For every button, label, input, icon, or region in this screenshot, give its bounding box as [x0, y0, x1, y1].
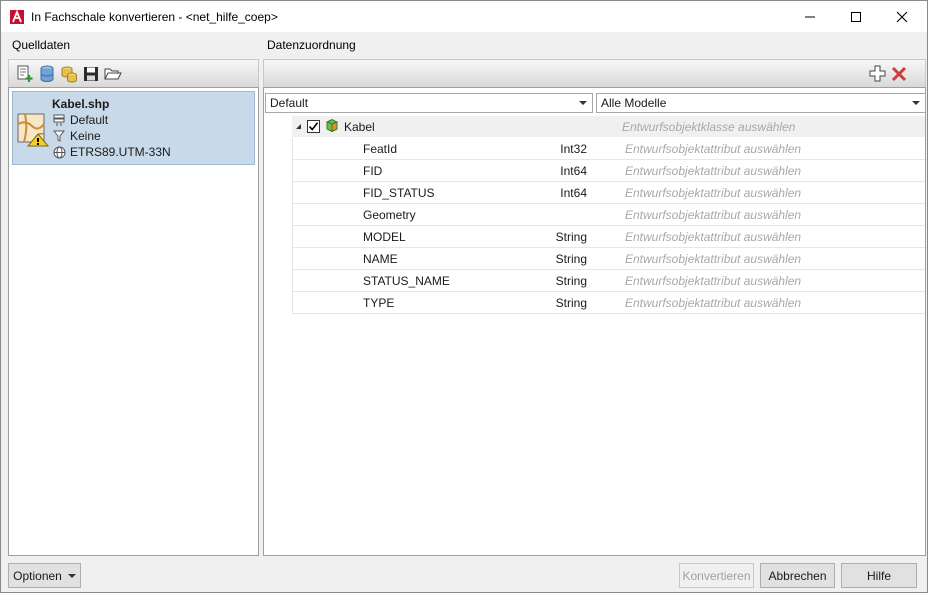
- source-toolbar: [8, 59, 259, 87]
- attribute-name: FeatId: [363, 141, 398, 156]
- checkmark-icon: [308, 122, 319, 131]
- class-select-hint[interactable]: Entwurfsobjektklasse auswählen: [622, 120, 795, 134]
- add-source-icon[interactable]: [15, 64, 34, 83]
- title-bar: In Fachschale konvertieren - <net_hilfe_…: [1, 1, 927, 32]
- shapefile-map-icon: [16, 112, 50, 148]
- convert-label: Konvertieren: [682, 568, 751, 583]
- database-stack-icon[interactable]: [59, 64, 78, 83]
- database-icon[interactable]: [37, 64, 56, 83]
- feature-class-icon: [325, 118, 339, 135]
- attribute-type: Int64: [560, 185, 587, 200]
- attribute-select-hint[interactable]: Entwurfsobjektattribut auswählen: [625, 230, 801, 244]
- attribute-type: String: [555, 295, 587, 310]
- attribute-row[interactable]: FID Int64 Entwurfsobjektattribut auswählen: [292, 160, 925, 182]
- convert-button[interactable]: Konvertieren: [679, 563, 754, 588]
- attribute-type: String: [555, 229, 587, 244]
- source-filter-row: Keine: [52, 129, 101, 143]
- attribute-name: FID_STATUS: [363, 185, 435, 200]
- data-mapping-label: Datenzuordnung: [267, 38, 356, 52]
- attribute-row[interactable]: FID_STATUS Int64 Entwurfsobjektattribut au…: [292, 182, 925, 204]
- tree-root-kabel[interactable]: Kabel Entwurfsobjektklasse auswählen: [292, 116, 925, 137]
- add-mapping-icon[interactable]: [868, 64, 887, 83]
- attribute-select-hint[interactable]: Entwurfsobjektattribut auswählen: [625, 252, 801, 266]
- chevron-down-icon: [912, 101, 920, 105]
- chevron-down-icon: [67, 573, 76, 578]
- maximize-icon: [851, 11, 861, 22]
- attribute-type: Int32: [560, 141, 587, 156]
- model-combo-value: Alle Modelle: [601, 96, 667, 110]
- schema-combo-value: Default: [270, 96, 309, 110]
- source-filter: Keine: [70, 129, 101, 143]
- cancel-label: Abbrechen: [768, 568, 827, 583]
- attribute-row[interactable]: FeatId Int32 Entwurfsobjektattribut auswäh…: [292, 138, 925, 160]
- attribute-row[interactable]: TYPE String Entwurfsobjektattribut auswähl…: [292, 292, 925, 314]
- attribute-name: Geometry: [363, 207, 416, 222]
- attribute-row[interactable]: STATUS_NAME String Entwurfsobjektattribut …: [292, 270, 925, 292]
- attribute-select-hint[interactable]: Entwurfsobjektattribut auswählen: [625, 164, 801, 178]
- chevron-down-icon: [579, 101, 587, 105]
- help-button[interactable]: Hilfe: [841, 563, 917, 588]
- attribute-row[interactable]: Geometry Entwurfsobjektattribut auswählen: [292, 204, 925, 226]
- attribute-row[interactable]: MODEL String Entwurfsobjektattribut auswäh…: [292, 226, 925, 248]
- collapse-triangle-icon[interactable]: [296, 124, 301, 129]
- tree-root-label: Kabel: [344, 119, 375, 134]
- save-icon[interactable]: [81, 64, 100, 83]
- close-button[interactable]: [879, 1, 925, 32]
- attribute-name: MODEL: [363, 229, 406, 244]
- source-data-panel: Kabel.shp Default Keine ETRS89.UTM-33N: [8, 87, 259, 556]
- close-icon: [896, 11, 908, 22]
- attribute-name: NAME: [363, 251, 398, 266]
- attribute-type: Int64: [560, 163, 587, 178]
- attribute-select-hint[interactable]: Entwurfsobjektattribut auswählen: [625, 296, 801, 310]
- model-combo[interactable]: Alle Modelle: [596, 93, 926, 113]
- open-folder-icon[interactable]: [103, 64, 122, 83]
- options-button[interactable]: Optionen: [8, 563, 81, 588]
- attribute-select-hint[interactable]: Entwurfsobjektattribut auswählen: [625, 186, 801, 200]
- attribute-select-hint[interactable]: Entwurfsobjektattribut auswählen: [625, 274, 801, 288]
- attribute-name: STATUS_NAME: [363, 273, 450, 288]
- attribute-select-hint[interactable]: Entwurfsobjektattribut auswählen: [625, 208, 801, 222]
- help-label: Hilfe: [866, 568, 891, 583]
- data-mapping-panel: Default Alle Modelle Kabel Entwurfsobjek…: [263, 87, 926, 556]
- kabel-checkbox[interactable]: [307, 120, 320, 133]
- attribute-select-hint[interactable]: Entwurfsobjektattribut auswählen: [625, 142, 801, 156]
- attribute-type: String: [555, 273, 587, 288]
- source-data-label: Quelldaten: [12, 38, 71, 52]
- attribute-row[interactable]: NAME String Entwurfsobjektattribut auswähl…: [292, 248, 925, 270]
- cancel-button[interactable]: Abbrechen: [760, 563, 835, 588]
- convert-dialog: In Fachschale konvertieren - <net_hilfe_…: [0, 0, 928, 593]
- options-label: Optionen: [13, 568, 62, 583]
- source-crs: ETRS89.UTM-33N: [70, 145, 171, 159]
- autocad-app-icon: [9, 9, 25, 25]
- maximize-button[interactable]: [833, 1, 879, 32]
- attribute-name: TYPE: [363, 295, 395, 310]
- source-name: Kabel.shp: [52, 97, 110, 111]
- minimize-button[interactable]: [787, 1, 833, 32]
- schema-icon: [52, 113, 66, 127]
- source-crs-row: ETRS89.UTM-33N: [52, 145, 171, 159]
- attribute-name: FID: [363, 163, 383, 178]
- globe-icon: [52, 145, 66, 159]
- delete-mapping-icon[interactable]: [889, 64, 908, 83]
- source-item-kabel[interactable]: Kabel.shp Default Keine ETRS89.UTM-33N: [12, 91, 255, 165]
- source-schema-row: Default: [52, 113, 108, 127]
- window-title: In Fachschale konvertieren - <net_hilfe_…: [31, 9, 278, 24]
- mapping-toolbar: [263, 59, 926, 87]
- schema-combo[interactable]: Default: [265, 93, 593, 113]
- source-schema: Default: [70, 113, 109, 127]
- filter-icon: [52, 129, 66, 143]
- minimize-icon: [805, 16, 815, 17]
- attribute-type: String: [555, 251, 587, 266]
